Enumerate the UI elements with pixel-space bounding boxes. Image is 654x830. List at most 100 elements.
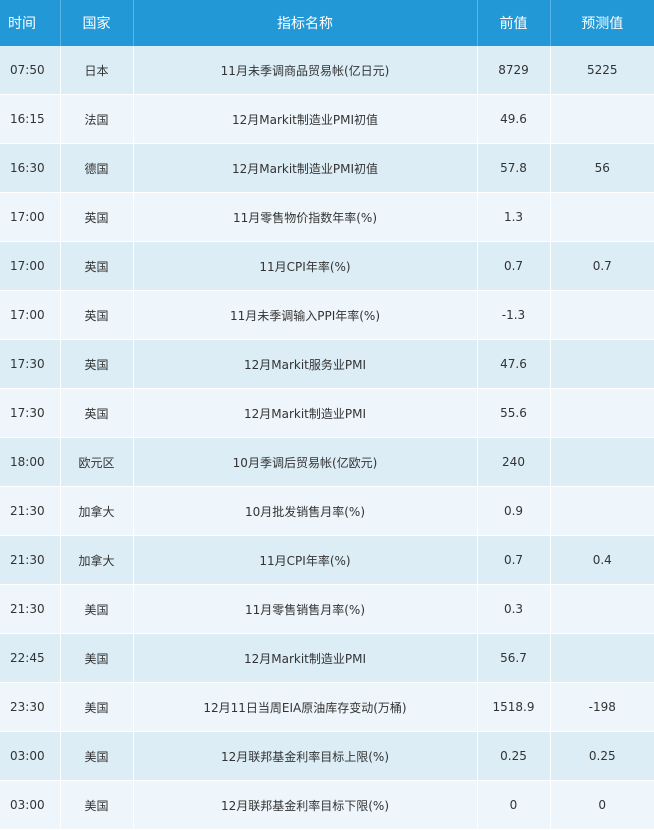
cell-country: 英国 [60, 192, 134, 242]
cell-forecast: 0.25 [550, 731, 654, 781]
cell-time: 21:30 [0, 584, 61, 634]
cell-time: 17:00 [0, 192, 61, 242]
economic-calendar-table: 时间 国家 指标名称 前值 预测值 07:50 日本 11月未季调商品贸易帐(亿日元… [0, 0, 654, 830]
cell-indicator: 11月未季调商品贸易帐(亿日元) [133, 46, 478, 95]
cell-forecast [550, 192, 654, 242]
table-row: 21:30 加拿大 10月批发销售月率(%) 0.9 [0, 486, 654, 536]
cell-indicator: 12月11日当周EIA原油库存变动(万桶) [133, 682, 478, 732]
cell-country: 德国 [60, 143, 134, 193]
table-row: 16:15 法国 12月Markit制造业PMI初值 49.6 [0, 94, 654, 144]
header-forecast: 预测值 [550, 0, 654, 46]
cell-time: 03:00 [0, 780, 61, 830]
cell-time: 22:45 [0, 633, 61, 683]
table-row: 23:30 美国 12月11日当周EIA原油库存变动(万桶) 1518.9 -198 [0, 682, 654, 732]
cell-indicator: 11月CPI年率(%) [133, 535, 478, 585]
table-row: 03:00 美国 12月联邦基金利率目标下限(%) 0 0 [0, 780, 654, 830]
table-row: 17:00 英国 11月未季调输入PPI年率(%) -1.3 [0, 290, 654, 340]
cell-indicator: 12月联邦基金利率目标上限(%) [133, 731, 478, 781]
header-indicator: 指标名称 [133, 0, 478, 46]
header-time: 时间 [0, 0, 61, 46]
cell-previous: 0.3 [477, 584, 551, 634]
table-row: 17:00 英国 11月CPI年率(%) 0.7 0.7 [0, 241, 654, 291]
cell-indicator: 12月Markit服务业PMI [133, 339, 478, 389]
table-header: 时间 国家 指标名称 前值 预测值 [0, 0, 654, 46]
cell-forecast [550, 290, 654, 340]
cell-previous: -1.3 [477, 290, 551, 340]
cell-forecast [550, 584, 654, 634]
cell-forecast: 0.4 [550, 535, 654, 585]
cell-forecast [550, 388, 654, 438]
cell-indicator: 12月Markit制造业PMI初值 [133, 94, 478, 144]
cell-time: 17:30 [0, 388, 61, 438]
cell-forecast [550, 486, 654, 536]
cell-country: 美国 [60, 780, 134, 830]
table-row: 21:30 加拿大 11月CPI年率(%) 0.7 0.4 [0, 535, 654, 585]
table-row: 22:45 美国 12月Markit制造业PMI 56.7 [0, 633, 654, 683]
cell-previous: 57.8 [477, 143, 551, 193]
table-row: 07:50 日本 11月未季调商品贸易帐(亿日元) 8729 5225 [0, 46, 654, 95]
cell-country: 英国 [60, 388, 134, 438]
cell-forecast: 0.7 [550, 241, 654, 291]
cell-previous: 0.7 [477, 535, 551, 585]
table-row: 16:30 德国 12月Markit制造业PMI初值 57.8 56 [0, 143, 654, 193]
cell-country: 日本 [60, 46, 134, 95]
cell-previous: 47.6 [477, 339, 551, 389]
cell-time: 18:00 [0, 437, 61, 487]
table-body: 07:50 日本 11月未季调商品贸易帐(亿日元) 8729 5225 16:15 法国 12… [0, 46, 654, 830]
table-row: 18:00 欧元区 10月季调后贸易帐(亿欧元) 240 [0, 437, 654, 487]
cell-country: 美国 [60, 584, 134, 634]
header-previous: 前值 [477, 0, 551, 46]
cell-country: 美国 [60, 682, 134, 732]
cell-forecast: -198 [550, 682, 654, 732]
cell-country: 欧元区 [60, 437, 134, 487]
header-row: 时间 国家 指标名称 前值 预测值 [0, 0, 654, 46]
cell-forecast [550, 339, 654, 389]
cell-previous: 0.25 [477, 731, 551, 781]
cell-indicator: 12月Markit制造业PMI初值 [133, 143, 478, 193]
cell-previous: 0 [477, 780, 551, 830]
cell-forecast [550, 437, 654, 487]
cell-country: 英国 [60, 241, 134, 291]
cell-previous: 8729 [477, 46, 551, 95]
table-row: 21:30 美国 11月零售销售月率(%) 0.3 [0, 584, 654, 634]
cell-previous: 1518.9 [477, 682, 551, 732]
table-row: 17:30 英国 12月Markit制造业PMI 55.6 [0, 388, 654, 438]
cell-time: 21:30 [0, 535, 61, 585]
cell-previous: 56.7 [477, 633, 551, 683]
cell-previous: 1.3 [477, 192, 551, 242]
cell-time: 17:00 [0, 290, 61, 340]
table-row: 03:00 美国 12月联邦基金利率目标上限(%) 0.25 0.25 [0, 731, 654, 781]
cell-time: 21:30 [0, 486, 61, 536]
cell-previous: 0.9 [477, 486, 551, 536]
cell-country: 美国 [60, 633, 134, 683]
cell-country: 英国 [60, 290, 134, 340]
cell-forecast: 5225 [550, 46, 654, 95]
cell-indicator: 12月Markit制造业PMI [133, 633, 478, 683]
cell-time: 16:30 [0, 143, 61, 193]
header-country: 国家 [60, 0, 134, 46]
cell-indicator: 10月批发销售月率(%) [133, 486, 478, 536]
cell-indicator: 12月联邦基金利率目标下限(%) [133, 780, 478, 830]
cell-previous: 240 [477, 437, 551, 487]
cell-time: 23:30 [0, 682, 61, 732]
cell-forecast: 56 [550, 143, 654, 193]
cell-indicator: 11月零售物价指数年率(%) [133, 192, 478, 242]
cell-time: 16:15 [0, 94, 61, 144]
cell-country: 美国 [60, 731, 134, 781]
table-row: 17:00 英国 11月零售物价指数年率(%) 1.3 [0, 192, 654, 242]
cell-previous: 49.6 [477, 94, 551, 144]
cell-indicator: 10月季调后贸易帐(亿欧元) [133, 437, 478, 487]
cell-time: 03:00 [0, 731, 61, 781]
cell-country: 加拿大 [60, 535, 134, 585]
cell-forecast [550, 94, 654, 144]
cell-indicator: 11月未季调输入PPI年率(%) [133, 290, 478, 340]
cell-time: 07:50 [0, 46, 61, 95]
cell-indicator: 11月CPI年率(%) [133, 241, 478, 291]
cell-country: 英国 [60, 339, 134, 389]
table-row: 17:30 英国 12月Markit服务业PMI 47.6 [0, 339, 654, 389]
cell-indicator: 11月零售销售月率(%) [133, 584, 478, 634]
cell-previous: 0.7 [477, 241, 551, 291]
cell-forecast: 0 [550, 780, 654, 830]
cell-previous: 55.6 [477, 388, 551, 438]
cell-forecast [550, 633, 654, 683]
